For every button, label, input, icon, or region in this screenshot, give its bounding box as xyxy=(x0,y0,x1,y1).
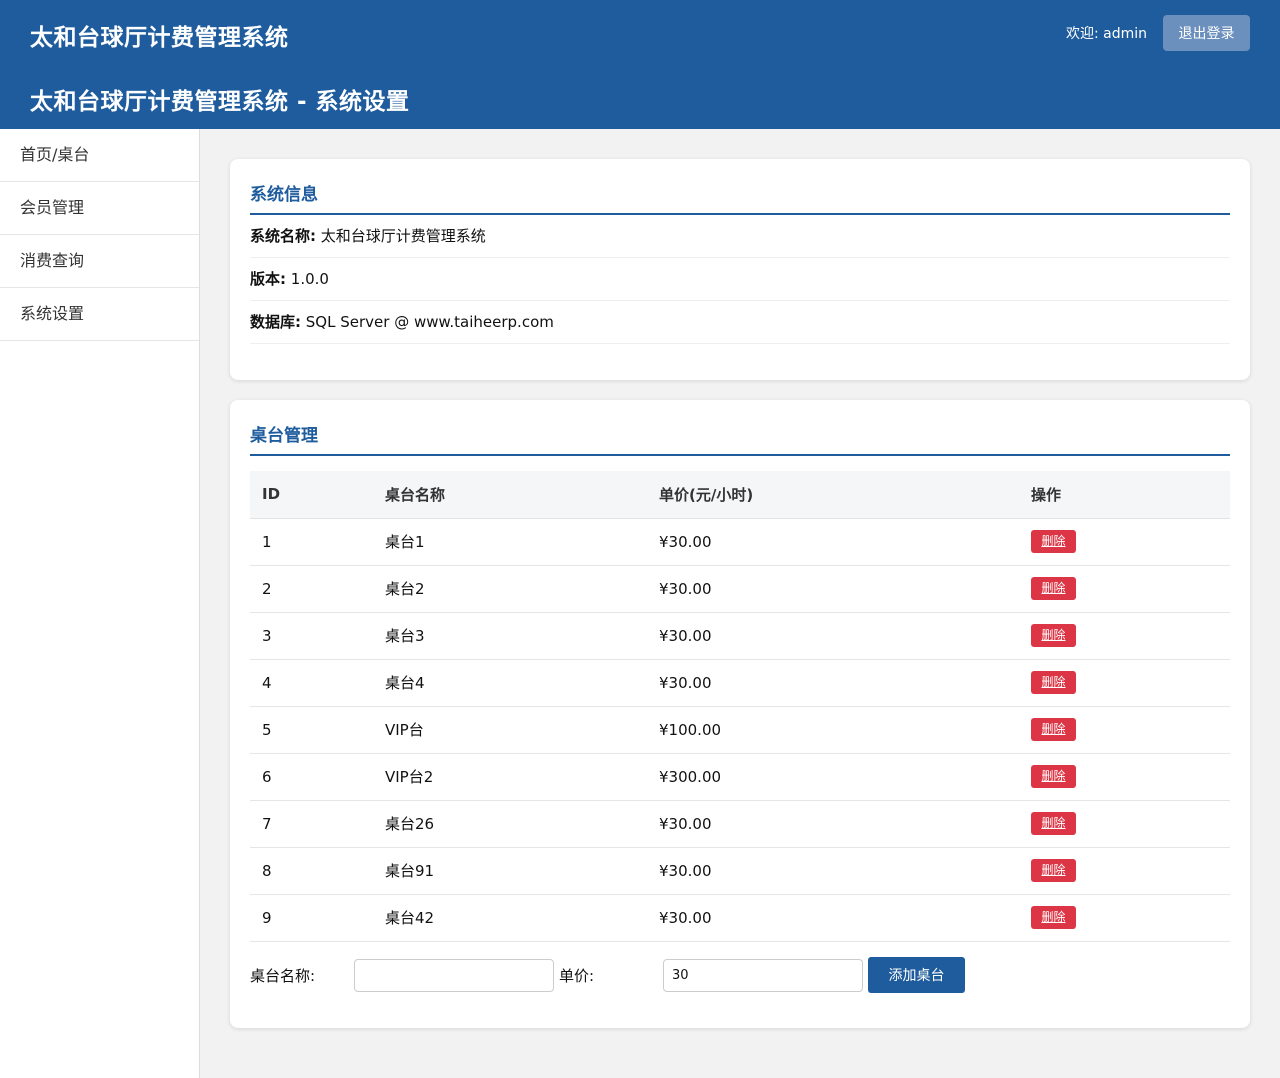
delete-button[interactable]: 删除 xyxy=(1031,624,1076,647)
delete-button[interactable]: 删除 xyxy=(1031,812,1076,835)
app-title: 太和台球厅计费管理系统 xyxy=(30,25,289,51)
cell-name: 桌台91 xyxy=(373,847,647,895)
cell-price: ¥30.00 xyxy=(647,894,1019,942)
cell-price: ¥30.00 xyxy=(647,847,1019,895)
column-header-id: ID xyxy=(250,471,373,519)
info-row-version: 版本: 1.0.0 xyxy=(250,258,1230,301)
table-management-card: 桌台管理 ID 桌台名称 单价(元/小时) 操作 1 桌台1 ¥30.00 删除… xyxy=(230,400,1250,1028)
table-row: 4 桌台4 ¥30.00 删除 xyxy=(250,659,1230,707)
table-row: 3 桌台3 ¥30.00 删除 xyxy=(250,612,1230,660)
header: 太和台球厅计费管理系统 太和台球厅计费管理系统 - 系统设置 欢迎: admin… xyxy=(0,0,1280,129)
logout-button[interactable]: 退出登录 xyxy=(1163,15,1250,51)
sidebar-item-members[interactable]: 会员管理 xyxy=(0,182,199,235)
column-header-name: 桌台名称 xyxy=(373,471,647,519)
cell-id: 7 xyxy=(250,800,373,848)
cell-action: 删除 xyxy=(1019,518,1230,566)
table-row: 5 VIP台 ¥100.00 删除 xyxy=(250,706,1230,754)
system-info-title: 系统信息 xyxy=(250,159,1230,215)
column-header-action: 操作 xyxy=(1019,471,1230,519)
delete-button[interactable]: 删除 xyxy=(1031,906,1076,929)
info-label: 系统名称: xyxy=(250,227,316,245)
cell-price: ¥30.00 xyxy=(647,612,1019,660)
info-row-database: 数据库: SQL Server @ www.taiheerp.com xyxy=(250,301,1230,344)
delete-button[interactable]: 删除 xyxy=(1031,577,1076,600)
cell-price: ¥100.00 xyxy=(647,706,1019,754)
table-row: 7 桌台26 ¥30.00 删除 xyxy=(250,800,1230,848)
cell-action: 删除 xyxy=(1019,565,1230,613)
cell-id: 2 xyxy=(250,565,373,613)
delete-button[interactable]: 删除 xyxy=(1031,530,1076,553)
sidebar-item-settings[interactable]: 系统设置 xyxy=(0,288,199,341)
cell-name: 桌台26 xyxy=(373,800,647,848)
system-info-card: 系统信息 系统名称: 太和台球厅计费管理系统 版本: 1.0.0 数据库: SQ… xyxy=(230,159,1250,380)
welcome-text: 欢迎: admin xyxy=(1065,26,1147,42)
info-label: 数据库: xyxy=(250,313,301,331)
table-management-title: 桌台管理 xyxy=(250,400,1230,456)
cell-id: 9 xyxy=(250,894,373,942)
table-row: 6 VIP台2 ¥300.00 删除 xyxy=(250,753,1230,801)
table-row: 1 桌台1 ¥30.00 删除 xyxy=(250,518,1230,566)
info-value: 太和台球厅计费管理系统 xyxy=(320,227,486,245)
cell-id: 3 xyxy=(250,612,373,660)
info-value: SQL Server @ www.taiheerp.com xyxy=(305,313,554,331)
tables-table: ID 桌台名称 单价(元/小时) 操作 1 桌台1 ¥30.00 删除 2 桌台… xyxy=(250,471,1230,942)
page-title: 太和台球厅计费管理系统 - 系统设置 xyxy=(30,89,410,115)
cell-name: 桌台2 xyxy=(373,565,647,613)
column-header-price: 单价(元/小时) xyxy=(647,471,1019,519)
cell-action: 删除 xyxy=(1019,894,1230,942)
cell-action: 删除 xyxy=(1019,659,1230,707)
add-table-button[interactable]: 添加桌台 xyxy=(868,957,965,993)
delete-button[interactable]: 删除 xyxy=(1031,718,1076,741)
cell-action: 删除 xyxy=(1019,706,1230,754)
info-row-system-name: 系统名称: 太和台球厅计费管理系统 xyxy=(250,215,1230,258)
cell-action: 删除 xyxy=(1019,753,1230,801)
add-table-form: 桌台名称: 单价: 添加桌台 xyxy=(250,957,1230,993)
cell-price: ¥30.00 xyxy=(647,518,1019,566)
cell-price: ¥30.00 xyxy=(647,659,1019,707)
cell-id: 6 xyxy=(250,753,373,801)
cell-price: ¥300.00 xyxy=(647,753,1019,801)
cell-price: ¥30.00 xyxy=(647,800,1019,848)
cell-name: 桌台42 xyxy=(373,894,647,942)
cell-id: 5 xyxy=(250,706,373,754)
delete-button[interactable]: 删除 xyxy=(1031,859,1076,882)
cell-id: 8 xyxy=(250,847,373,895)
price-label: 单价: xyxy=(559,967,595,985)
sidebar-item-consumption[interactable]: 消费查询 xyxy=(0,235,199,288)
cell-action: 删除 xyxy=(1019,800,1230,848)
table-row: 9 桌台42 ¥30.00 删除 xyxy=(250,894,1230,942)
info-label: 版本: xyxy=(250,270,286,288)
table-name-input[interactable] xyxy=(354,959,554,992)
table-row: 8 桌台91 ¥30.00 删除 xyxy=(250,847,1230,895)
cell-id: 1 xyxy=(250,518,373,566)
table-row: 2 桌台2 ¥30.00 删除 xyxy=(250,565,1230,613)
price-input[interactable] xyxy=(663,959,863,992)
cell-name: VIP台2 xyxy=(373,753,647,801)
info-value: 1.0.0 xyxy=(290,270,329,288)
cell-name: VIP台 xyxy=(373,706,647,754)
table-name-label: 桌台名称: xyxy=(250,967,316,985)
cell-id: 4 xyxy=(250,659,373,707)
cell-action: 删除 xyxy=(1019,612,1230,660)
delete-button[interactable]: 删除 xyxy=(1031,671,1076,694)
cell-name: 桌台1 xyxy=(373,518,647,566)
delete-button[interactable]: 删除 xyxy=(1031,765,1076,788)
cell-action: 删除 xyxy=(1019,847,1230,895)
cell-name: 桌台4 xyxy=(373,659,647,707)
table-header-row: ID 桌台名称 单价(元/小时) 操作 xyxy=(250,471,1230,519)
user-area: 欢迎: admin 退出登录 xyxy=(1066,15,1250,51)
cell-name: 桌台3 xyxy=(373,612,647,660)
sidebar: 首页/桌台 会员管理 消费查询 系统设置 xyxy=(0,129,200,1078)
cell-price: ¥30.00 xyxy=(647,565,1019,613)
sidebar-item-home-tables[interactable]: 首页/桌台 xyxy=(0,129,199,182)
